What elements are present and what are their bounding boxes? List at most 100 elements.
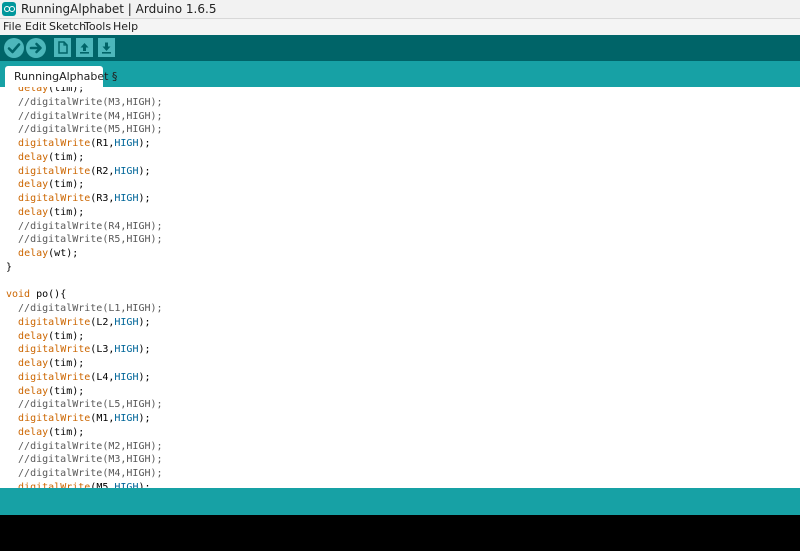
code-token: ); — [138, 193, 151, 204]
save-button[interactable] — [98, 38, 115, 57]
upload-button[interactable] — [26, 38, 46, 58]
code-token: digitalWrite — [18, 344, 91, 356]
code-token: (tim); — [48, 358, 85, 369]
code-line[interactable]: digitalWrite(L2,HIGH); — [6, 316, 163, 330]
code-line[interactable]: delay(tim); — [6, 151, 163, 165]
code-line[interactable]: delay(tim); — [6, 178, 163, 192]
code-token: //digitalWrite(R5,HIGH); — [6, 234, 163, 246]
code-token: //digitalWrite(R4,HIGH); — [6, 220, 163, 232]
code-token: (tim); — [48, 330, 85, 342]
code-line[interactable]: delay(tim); — [6, 206, 163, 220]
code-line[interactable]: digitalWrite(L3,HIGH); — [6, 343, 163, 357]
code-line[interactable]: void po(){ — [6, 288, 163, 302]
code-token: (R3, — [90, 193, 115, 204]
code-line[interactable]: digitalWrite(R2,HIGH); — [6, 165, 163, 179]
code-token: (L4, — [90, 371, 115, 383]
code-token: //digitalWrite(L1,HIGH); — [6, 303, 163, 314]
code-line[interactable]: delay(wt); — [6, 247, 163, 261]
code-token: ); — [138, 316, 151, 328]
code-line[interactable]: //digitalWrite(L5,HIGH); — [6, 398, 163, 412]
menu-tools[interactable]: Tools — [84, 20, 111, 34]
new-file-icon — [58, 41, 68, 54]
new-button[interactable] — [54, 38, 71, 57]
code-token: //digitalWrite(M4,HIGH); — [6, 110, 163, 122]
code-token: (wt); — [48, 248, 79, 259]
code-line[interactable]: delay(tim); — [6, 385, 163, 399]
code-token: HIGH — [114, 316, 139, 328]
code-token: (R1, — [90, 138, 115, 149]
code-line[interactable]: //digitalWrite(M5,HIGH); — [6, 123, 163, 137]
code-token: delay — [18, 330, 49, 342]
open-button[interactable] — [76, 38, 93, 57]
code-token: //digitalWrite(M2,HIGH); — [6, 440, 163, 452]
code-line[interactable]: digitalWrite(M1,HIGH); — [6, 412, 163, 426]
code-token: (tim); — [48, 87, 85, 94]
code-line[interactable]: //digitalWrite(M3,HIGH); — [6, 453, 163, 467]
code-token: (L2, — [90, 316, 115, 328]
code-line[interactable]: //digitalWrite(M2,HIGH); — [6, 440, 163, 454]
code-token: HIGH — [114, 413, 139, 424]
toolbar — [0, 35, 800, 61]
code-token: (L3, — [90, 344, 115, 356]
code-token: HIGH — [114, 165, 139, 177]
code-token: digitalWrite — [18, 413, 91, 424]
code-text[interactable]: delay(tim); //digitalWrite(M3,HIGH); //d… — [6, 87, 163, 488]
code-token: digitalWrite — [18, 193, 91, 204]
code-line[interactable]: } — [6, 261, 163, 275]
status-bar — [0, 488, 800, 515]
code-editor[interactable]: delay(tim); //digitalWrite(M3,HIGH); //d… — [0, 87, 800, 488]
code-line[interactable]: //digitalWrite(M4,HIGH); — [6, 110, 163, 124]
window-title: RunningAlphabet | Arduino 1.6.5 — [21, 2, 217, 16]
code-line[interactable] — [6, 275, 163, 289]
code-line[interactable]: delay(tim); — [6, 330, 163, 344]
code-token: ); — [138, 413, 151, 424]
code-line[interactable]: digitalWrite(R3,HIGH); — [6, 192, 163, 206]
menu-help[interactable]: Help — [113, 20, 138, 34]
code-token: digitalWrite — [18, 371, 91, 383]
code-token: (tim); — [48, 426, 85, 438]
code-line[interactable]: digitalWrite(L4,HIGH); — [6, 371, 163, 385]
arduino-logo-icon — [2, 2, 16, 16]
tab-strip: RunningAlphabet § — [0, 61, 800, 87]
code-token: (tim); — [48, 179, 85, 191]
menu-sketch[interactable]: Sketch — [49, 20, 86, 34]
checkmark-icon — [7, 43, 21, 54]
console-output[interactable] — [0, 515, 800, 551]
code-line[interactable]: //digitalWrite(M4,HIGH); — [6, 467, 163, 481]
code-line[interactable]: delay(tim); — [6, 357, 163, 371]
code-line[interactable]: //digitalWrite(R5,HIGH); — [6, 233, 163, 247]
code-token: delay — [18, 385, 49, 397]
code-line[interactable]: //digitalWrite(M3,HIGH); — [6, 96, 163, 110]
code-line[interactable]: digitalWrite(M5,HIGH); — [6, 481, 163, 488]
code-line[interactable]: delay(tim); — [6, 426, 163, 440]
code-token: (tim); — [48, 385, 85, 397]
menu-edit[interactable]: Edit — [25, 20, 46, 34]
code-token: HIGH — [114, 138, 139, 149]
code-line[interactable]: //digitalWrite(L1,HIGH); — [6, 302, 163, 316]
code-line[interactable]: delay(tim); — [6, 87, 163, 96]
code-line[interactable]: digitalWrite(R1,HIGH); — [6, 137, 163, 151]
code-token: ); — [138, 165, 151, 177]
code-token: } — [6, 261, 13, 273]
title-bar: RunningAlphabet | Arduino 1.6.5 — [0, 0, 800, 19]
code-line[interactable]: //digitalWrite(R4,HIGH); — [6, 220, 163, 234]
menu-file[interactable]: File — [3, 20, 21, 34]
code-token: delay — [18, 87, 49, 94]
tab-runningalphabet[interactable]: RunningAlphabet § — [5, 66, 117, 87]
code-token: HIGH — [114, 193, 139, 204]
verify-button[interactable] — [4, 38, 24, 58]
code-token: HIGH — [114, 344, 139, 356]
